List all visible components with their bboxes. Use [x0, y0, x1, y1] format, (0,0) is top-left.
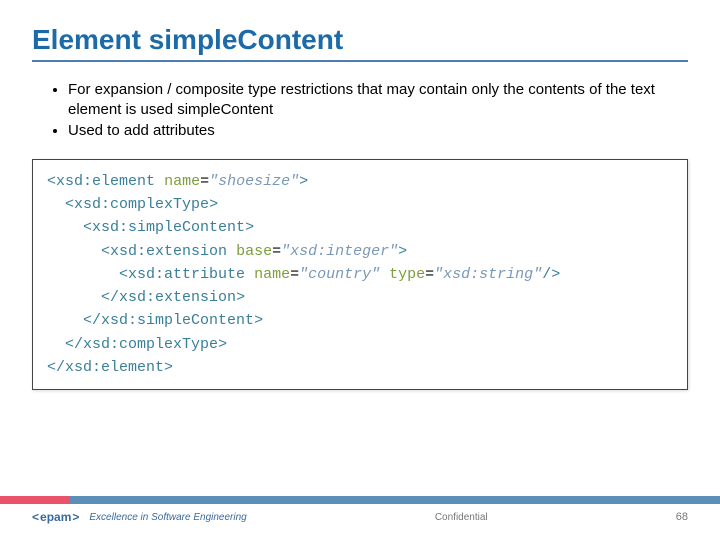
brand-tagline: Excellence in Software Engineering: [89, 512, 246, 523]
bullet-list: For expansion / composite type restricti…: [32, 80, 688, 141]
list-item: Used to add attributes: [68, 121, 688, 141]
brand-logo: epam: [32, 510, 79, 524]
accent-bar-red: [0, 496, 70, 504]
footer-bars: [0, 496, 720, 504]
accent-bar-blue: [70, 496, 720, 504]
slide-title: Element simpleContent: [32, 24, 688, 56]
list-item: For expansion / composite type restricti…: [68, 80, 688, 121]
confidential-label: Confidential: [247, 512, 676, 523]
footer: epam Excellence in Software Engineering …: [0, 496, 720, 524]
page-number: 68: [676, 511, 688, 523]
code-block: <xsd:element name="shoesize"> <xsd:compl…: [32, 159, 688, 390]
title-underline: [32, 60, 688, 62]
